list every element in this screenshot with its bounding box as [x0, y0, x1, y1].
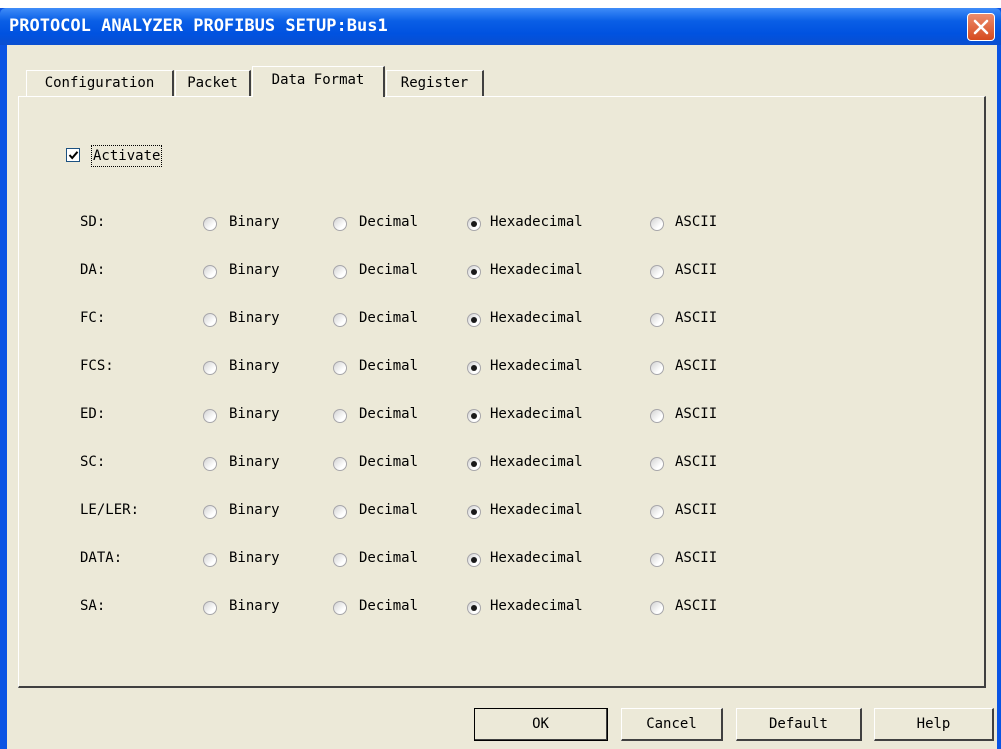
tab-packet[interactable]: Packet: [175, 70, 251, 96]
close-icon: [973, 19, 989, 35]
tab-configuration[interactable]: Configuration: [26, 70, 174, 96]
tab-data-format[interactable]: Data Format: [252, 66, 385, 97]
close-button[interactable]: [967, 13, 995, 41]
ok-button[interactable]: OK: [474, 708, 608, 741]
window-title: PROTOCOL ANALYZER PROFIBUS SETUP:Bus1: [9, 16, 388, 36]
help-button[interactable]: Help: [874, 708, 994, 741]
cancel-button[interactable]: Cancel: [621, 708, 723, 741]
data-format-panel: [18, 96, 986, 688]
default-button[interactable]: Default: [736, 708, 862, 741]
tab-register[interactable]: Register: [386, 70, 484, 96]
